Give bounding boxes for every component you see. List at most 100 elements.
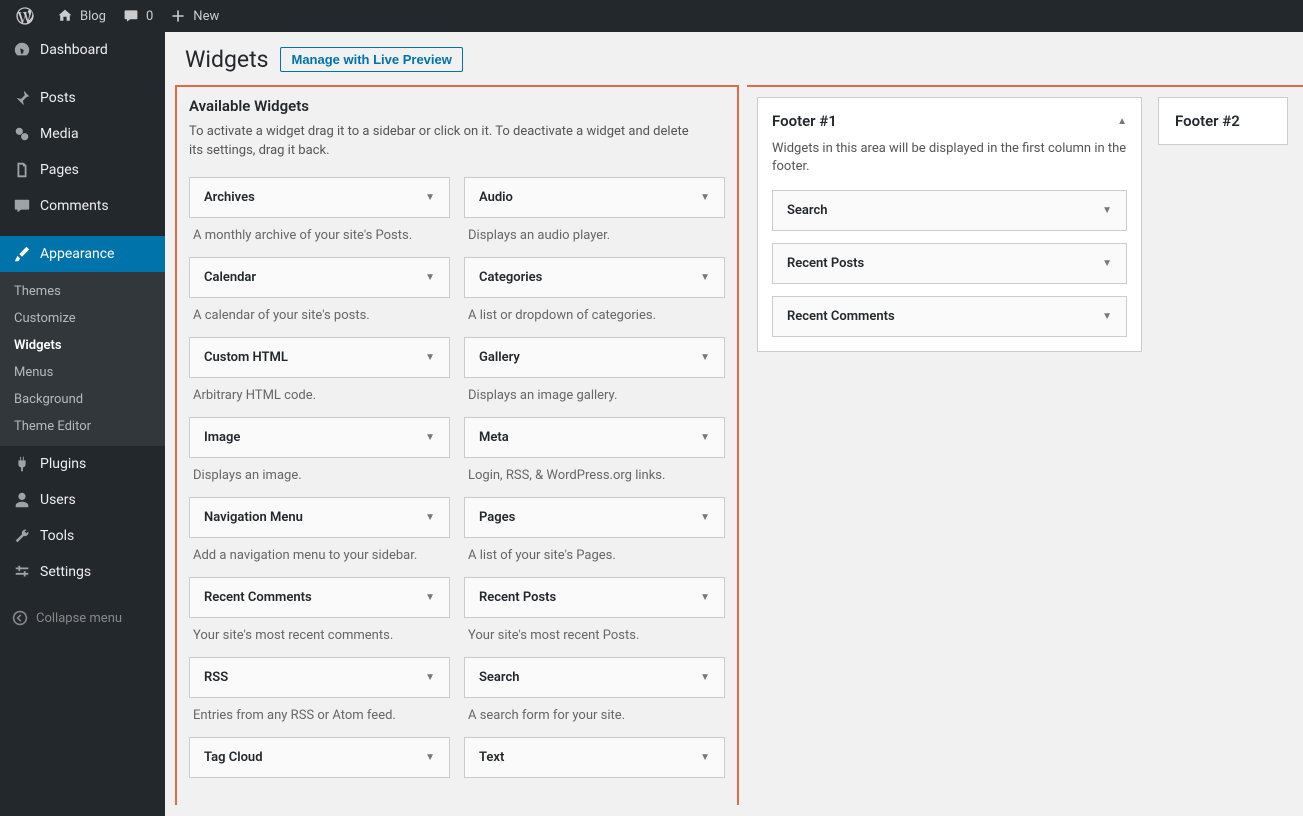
- widget-title: Recent Posts: [479, 590, 556, 605]
- chevron-down-icon: ▼: [425, 512, 435, 523]
- available-widgets-panel: Available Widgets To activate a widget d…: [175, 85, 739, 805]
- menu-media[interactable]: Media: [0, 116, 165, 152]
- chevron-down-icon: ▼: [700, 672, 710, 683]
- menu-users[interactable]: Users: [0, 482, 165, 518]
- menu-appearance[interactable]: Appearance: [0, 236, 165, 272]
- chevron-down-icon: ▼: [700, 192, 710, 203]
- pages-icon: [12, 160, 32, 180]
- widget-desc: Displays an image.: [189, 458, 450, 497]
- sidebar-areas-panel: Footer #1 ▲ Widgets in this area will be…: [747, 85, 1303, 805]
- sliders-icon: [12, 562, 32, 582]
- comments-link[interactable]: 0: [114, 0, 161, 32]
- menu-dashboard[interactable]: Dashboard: [0, 32, 165, 68]
- brush-icon: [12, 244, 32, 264]
- widget-title: Recent Posts: [787, 256, 864, 271]
- widget-gallery[interactable]: Gallery▼: [464, 337, 725, 378]
- widget-recent-posts[interactable]: Recent Posts ▼: [464, 577, 725, 618]
- submenu-theme-editor[interactable]: Theme Editor: [0, 413, 165, 440]
- wp-logo-menu[interactable]: [8, 0, 48, 32]
- widget-search[interactable]: Search ▼: [464, 657, 725, 698]
- chevron-down-icon: ▼: [425, 432, 435, 443]
- menu-label: Dashboard: [40, 42, 108, 58]
- home-icon: [56, 7, 74, 25]
- menu-pages[interactable]: Pages: [0, 152, 165, 188]
- chevron-down-icon: ▼: [700, 512, 710, 523]
- comments-icon: [12, 196, 32, 216]
- widget-title: RSS: [204, 670, 228, 685]
- plus-icon: [169, 7, 187, 25]
- footer1-widget-recent-comments[interactable]: Recent Comments▼: [772, 296, 1127, 337]
- collapse-menu[interactable]: Collapse menu: [0, 602, 165, 634]
- footer1-area: Footer #1 ▲ Widgets in this area will be…: [757, 97, 1142, 352]
- widget-title: Calendar: [204, 270, 256, 285]
- widget-image[interactable]: Image▼: [189, 417, 450, 458]
- footer1-header[interactable]: Footer #1 ▲: [772, 112, 1127, 130]
- live-preview-button[interactable]: Manage with Live Preview: [280, 47, 462, 72]
- widget-nav-menu[interactable]: Navigation Menu▼: [189, 497, 450, 538]
- pin-icon: [12, 88, 32, 108]
- chevron-down-icon: ▼: [700, 752, 710, 763]
- widget-desc: Add a navigation menu to your sidebar.: [189, 538, 450, 577]
- chevron-down-icon: ▼: [425, 752, 435, 763]
- submenu-menus[interactable]: Menus: [0, 359, 165, 386]
- widget-pages[interactable]: Pages▼: [464, 497, 725, 538]
- widget-meta[interactable]: Meta▼: [464, 417, 725, 458]
- widget-desc: Your site's most recent comments.: [189, 618, 450, 657]
- footer2-title: Footer #2: [1175, 112, 1240, 130]
- widget-desc: Login, RSS, & WordPress.org links.: [464, 458, 725, 497]
- collapse-label: Collapse menu: [36, 611, 122, 626]
- dashboard-icon: [12, 40, 32, 60]
- new-content-link[interactable]: New: [161, 0, 227, 32]
- widget-title: Audio: [479, 190, 513, 205]
- menu-plugins[interactable]: Plugins: [0, 446, 165, 482]
- wrench-icon: [12, 526, 32, 546]
- widget-calendar[interactable]: Calendar▼: [189, 257, 450, 298]
- menu-label: Pages: [40, 162, 79, 178]
- main-content: Widgets Manage with Live Preview Availab…: [165, 32, 1303, 816]
- page-header: Widgets Manage with Live Preview: [165, 32, 1303, 73]
- menu-label: Plugins: [40, 456, 86, 472]
- widget-desc: Displays an image gallery.: [464, 378, 725, 417]
- chevron-down-icon: ▼: [700, 592, 710, 603]
- menu-tools[interactable]: Tools: [0, 518, 165, 554]
- widget-tag-cloud[interactable]: Tag Cloud▼: [189, 737, 450, 778]
- footer1-widget-search[interactable]: Search▼: [772, 190, 1127, 231]
- available-widgets-desc: To activate a widget drag it to a sideba…: [189, 123, 689, 161]
- widget-title: Search: [479, 670, 520, 685]
- wordpress-icon: [16, 7, 34, 25]
- widget-desc: Displays an audio player.: [464, 218, 725, 257]
- submenu-themes[interactable]: Themes: [0, 278, 165, 305]
- chevron-down-icon: ▼: [425, 672, 435, 683]
- menu-comments[interactable]: Comments: [0, 188, 165, 224]
- widget-categories[interactable]: Categories▼: [464, 257, 725, 298]
- menu-posts[interactable]: Posts: [0, 80, 165, 116]
- widget-title: Text: [479, 750, 504, 765]
- chevron-down-icon: ▼: [425, 352, 435, 363]
- widget-text[interactable]: Text ▼: [464, 737, 725, 778]
- menu-label: Appearance: [40, 246, 114, 262]
- plug-icon: [12, 454, 32, 474]
- submenu-widgets[interactable]: Widgets: [0, 332, 165, 359]
- chevron-down-icon: ▼: [1102, 205, 1112, 216]
- submenu-background[interactable]: Background: [0, 386, 165, 413]
- footer2-area[interactable]: Footer #2: [1158, 97, 1288, 145]
- comment-icon: [122, 7, 140, 25]
- chevron-down-icon: ▼: [700, 272, 710, 283]
- widget-desc: Your site's most recent Posts.: [464, 618, 725, 657]
- submenu-customize[interactable]: Customize: [0, 305, 165, 332]
- widget-archives[interactable]: Archives▼: [189, 177, 450, 218]
- widget-audio[interactable]: Audio ▼: [464, 177, 725, 218]
- footer1-desc: Widgets in this area will be displayed i…: [772, 140, 1127, 176]
- admin-top-bar: Blog 0 New: [0, 0, 1303, 32]
- widget-recent-comments[interactable]: Recent Comments▼: [189, 577, 450, 618]
- user-icon: [12, 490, 32, 510]
- site-name-link[interactable]: Blog: [48, 0, 114, 32]
- comment-count: 0: [146, 9, 153, 24]
- widget-rss[interactable]: RSS ▼: [189, 657, 450, 698]
- footer1-widget-recent-posts[interactable]: Recent Posts▼: [772, 243, 1127, 284]
- new-label: New: [193, 9, 219, 24]
- widget-title: Meta: [479, 430, 509, 445]
- menu-settings[interactable]: Settings: [0, 554, 165, 590]
- widget-desc: Entries from any RSS or Atom feed.: [189, 698, 450, 737]
- widget-custom-html[interactable]: Custom HTML▼: [189, 337, 450, 378]
